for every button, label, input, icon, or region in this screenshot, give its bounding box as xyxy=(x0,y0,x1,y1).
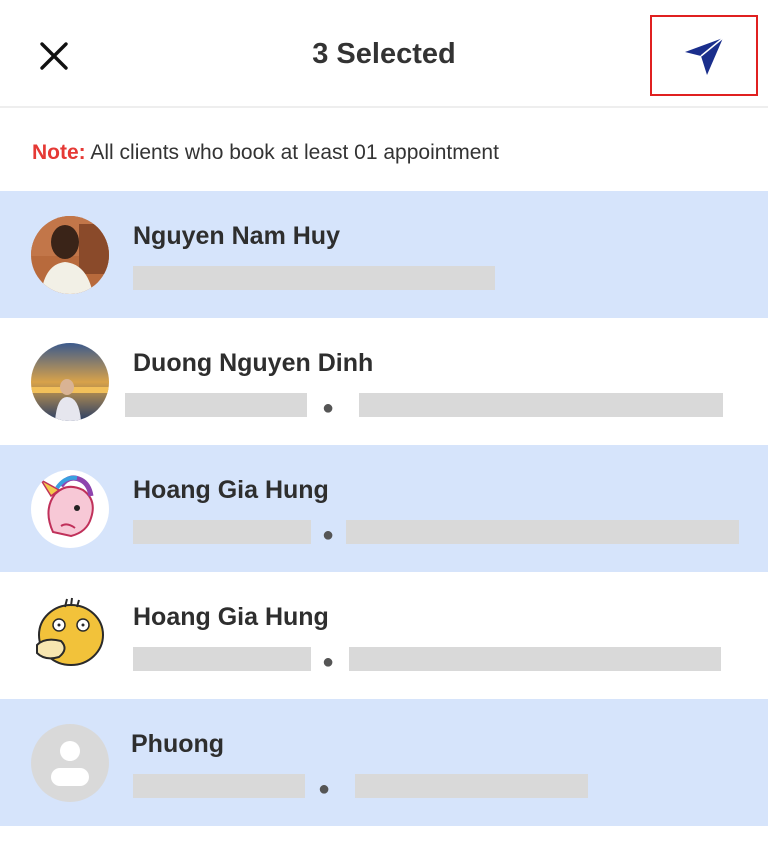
avatar xyxy=(31,470,109,548)
avatar xyxy=(31,343,109,421)
avatar xyxy=(31,216,109,294)
client-contact-redacted: ● xyxy=(133,774,753,804)
avatar xyxy=(31,597,109,675)
send-icon xyxy=(685,36,724,75)
default-person-icon xyxy=(51,741,89,786)
client-name: Nguyen Nam Huy xyxy=(133,222,340,250)
note-label: Note: xyxy=(32,141,86,164)
client-name: Phuong xyxy=(131,730,225,758)
client-contact-redacted: ● xyxy=(133,520,753,550)
client-row[interactable]: Phuong ● xyxy=(0,699,768,826)
client-name: Hoang Gia Hung xyxy=(133,603,329,631)
note-text: Note: All clients who book at least 01 a… xyxy=(32,141,499,165)
note-message: All clients who book at least 01 appoint… xyxy=(90,141,499,164)
client-contact-redacted: ● xyxy=(133,647,753,677)
client-row[interactable]: Hoang Gia Hung ● xyxy=(0,572,768,699)
client-name: Hoang Gia Hung xyxy=(133,476,329,504)
top-bar: 3 Selected xyxy=(0,0,768,108)
client-contact-redacted xyxy=(133,266,753,296)
send-button[interactable] xyxy=(650,15,758,96)
client-row[interactable]: Nguyen Nam Huy xyxy=(0,191,768,318)
client-list: Nguyen Nam Huy Duong Nguyen Dinh ● Hoang… xyxy=(0,191,768,826)
client-row[interactable]: Hoang Gia Hung ● xyxy=(0,445,768,572)
client-name: Duong Nguyen Dinh xyxy=(133,349,374,377)
client-contact-redacted: ● xyxy=(125,393,753,423)
avatar xyxy=(31,724,109,802)
client-row[interactable]: Duong Nguyen Dinh ● xyxy=(0,318,768,445)
